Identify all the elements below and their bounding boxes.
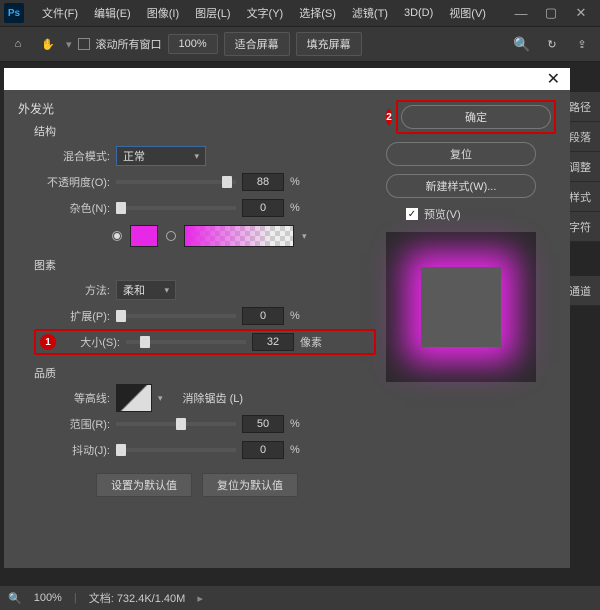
- group-elements-label: 图素: [34, 257, 376, 273]
- contour-label: 等高线:: [34, 390, 110, 406]
- status-bar: 🔍 100% | 文档: 732.4K/1.40M ▸: [0, 586, 600, 610]
- group-quality-label: 品质: [34, 365, 376, 381]
- size-unit: 像素: [300, 334, 322, 350]
- history-icon[interactable]: ↻: [540, 32, 564, 56]
- size-value[interactable]: 32: [252, 333, 294, 351]
- range-unit: %: [290, 418, 300, 430]
- menu-3d[interactable]: 3D(D): [396, 7, 441, 19]
- jitter-label: 抖动(J):: [34, 442, 110, 458]
- menu-select[interactable]: 选择(S): [291, 5, 344, 21]
- opacity-slider[interactable]: [116, 180, 236, 184]
- home-icon[interactable]: ⌂: [6, 32, 30, 56]
- dialog-right-column: 2 确定 复位 新建样式(W)... ✓ 预览(V): [376, 100, 556, 558]
- minimize-icon[interactable]: —: [506, 6, 536, 21]
- opacity-label: 不透明度(O):: [34, 174, 110, 190]
- dialog-close-icon[interactable]: ✕: [547, 69, 560, 89]
- range-label: 范围(R):: [34, 416, 110, 432]
- layer-style-dialog: 外发光 结构 混合模式: 正常 ▾ 不透明度(O): 88 %: [4, 90, 570, 568]
- size-slider[interactable]: [126, 340, 246, 344]
- cancel-button[interactable]: 复位: [386, 142, 536, 166]
- size-label: 大小(S):: [62, 334, 120, 350]
- spread-unit: %: [290, 310, 300, 322]
- gradient-radio[interactable]: [166, 231, 176, 241]
- preview-checkbox[interactable]: ✓: [406, 208, 418, 220]
- chevron-down-icon[interactable]: ▾: [158, 393, 163, 404]
- fit-screen-button[interactable]: 适合屏幕: [224, 32, 290, 56]
- annotation-badge-2: 2: [386, 109, 392, 125]
- method-label: 方法:: [34, 282, 110, 298]
- spread-value[interactable]: 0: [242, 307, 284, 325]
- search-icon[interactable]: 🔍: [510, 32, 534, 56]
- maximize-icon[interactable]: ▢: [536, 5, 566, 21]
- menu-type[interactable]: 文字(Y): [239, 5, 292, 21]
- reset-default-button[interactable]: 复位为默认值: [202, 473, 298, 497]
- chevron-down-icon[interactable]: ▾: [302, 231, 307, 242]
- hand-tool-icon[interactable]: ✋: [36, 32, 60, 56]
- effect-title: 外发光: [18, 100, 376, 117]
- options-bar: ⌂ ✋ ▾ 滚动所有窗口 100% 适合屏幕 填充屏幕 🔍 ↻ ⇪: [0, 26, 600, 62]
- menu-image[interactable]: 图像(I): [139, 5, 187, 21]
- effect-preview: [386, 232, 536, 382]
- gradient-swatch[interactable]: [184, 225, 294, 247]
- opacity-unit: %: [290, 176, 300, 188]
- jitter-unit: %: [290, 444, 300, 456]
- color-swatch[interactable]: [130, 225, 158, 247]
- annotation-badge-1: 1: [40, 334, 56, 350]
- chevron-down-icon: ▾: [164, 285, 169, 296]
- range-slider[interactable]: [116, 422, 236, 426]
- spread-slider[interactable]: [116, 314, 236, 318]
- menu-bar: Ps 文件(F) 编辑(E) 图像(I) 图层(L) 文字(Y) 选择(S) 滤…: [0, 0, 600, 26]
- blend-mode-label: 混合模式:: [34, 148, 110, 164]
- zoom-level-button[interactable]: 100%: [168, 34, 218, 54]
- fill-screen-button[interactable]: 填充屏幕: [296, 32, 362, 56]
- jitter-value[interactable]: 0: [242, 441, 284, 459]
- menu-view[interactable]: 视图(V): [441, 5, 494, 21]
- menu-edit[interactable]: 编辑(E): [86, 5, 139, 21]
- menu-layer[interactable]: 图层(L): [187, 5, 238, 21]
- status-docinfo: 文档: 732.4K/1.40M: [89, 590, 186, 606]
- ok-button[interactable]: 确定: [401, 105, 551, 129]
- menu-filter[interactable]: 滤镜(T): [344, 5, 396, 21]
- noise-value[interactable]: 0: [242, 199, 284, 217]
- noise-unit: %: [290, 202, 300, 214]
- search-icon[interactable]: 🔍: [8, 592, 22, 605]
- scroll-all-checkbox[interactable]: [78, 38, 90, 50]
- method-value: 柔和: [123, 282, 145, 298]
- new-style-button[interactable]: 新建样式(W)...: [386, 174, 536, 198]
- noise-slider[interactable]: [116, 206, 236, 210]
- preview-glow-sample: [421, 267, 501, 347]
- blend-mode-value: 正常: [123, 148, 145, 164]
- dialog-left-column: 外发光 结构 混合模式: 正常 ▾ 不透明度(O): 88 %: [18, 100, 376, 558]
- close-icon[interactable]: ✕: [566, 5, 596, 21]
- range-value[interactable]: 50: [242, 415, 284, 433]
- spread-label: 扩展(P):: [34, 308, 110, 324]
- blend-mode-dropdown[interactable]: 正常 ▾: [116, 146, 206, 166]
- method-dropdown[interactable]: 柔和 ▾: [116, 280, 176, 300]
- jitter-slider[interactable]: [116, 448, 236, 452]
- chevron-down-icon: ▾: [194, 151, 199, 162]
- noise-label: 杂色(N):: [34, 200, 110, 216]
- group-structure-label: 结构: [34, 123, 376, 139]
- contour-picker[interactable]: [116, 384, 152, 412]
- menu-file[interactable]: 文件(F): [34, 5, 86, 21]
- opacity-value[interactable]: 88: [242, 173, 284, 191]
- scroll-all-label: 滚动所有窗口: [96, 36, 162, 52]
- status-zoom[interactable]: 100%: [34, 592, 62, 604]
- antialias-label: 消除锯齿 (L): [183, 390, 244, 406]
- preview-label: 预览(V): [424, 206, 461, 222]
- color-radio[interactable]: [112, 231, 122, 241]
- make-default-button[interactable]: 设置为默认值: [96, 473, 192, 497]
- main-area: ✕ 路径 段落 调整 样式 字符 通道 外发光 结构 混合模式: 正常 ▾: [0, 62, 600, 610]
- app-logo: Ps: [4, 3, 24, 23]
- share-icon[interactable]: ⇪: [570, 32, 594, 56]
- dialog-titlebar: ✕: [4, 68, 570, 90]
